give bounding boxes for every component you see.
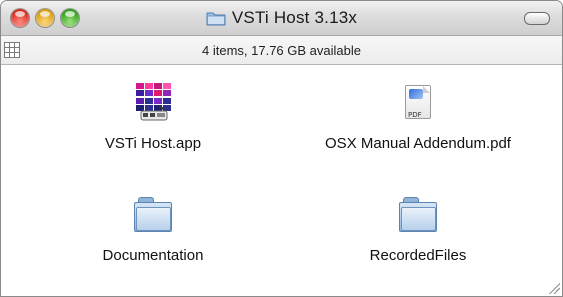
file-area: VSTi Host.app PDF OSX Manual Addendum.pd… — [1, 65, 562, 296]
folder-icon — [397, 193, 439, 233]
window-title-group: VSTi Host 3.13x — [1, 7, 562, 29]
title-bar[interactable]: VSTi Host 3.13x — [1, 1, 562, 36]
file-item-label: Documentation — [102, 247, 204, 264]
application-icon — [133, 83, 173, 123]
window-title: VSTi Host 3.13x — [231, 8, 358, 27]
finder-window: VSTi Host 3.13x 4 items, 17.76 GB availa… — [0, 0, 563, 297]
folder-icon — [132, 193, 174, 233]
file-item-label: RecordedFiles — [369, 247, 467, 264]
pdf-document-icon: PDF — [403, 83, 433, 123]
file-item-documentation-folder[interactable]: Documentation — [73, 193, 233, 264]
file-item-osx-manual-addendum-pdf[interactable]: PDF OSX Manual Addendum.pdf — [293, 83, 543, 152]
file-item-label: VSTi Host.app — [104, 135, 202, 152]
status-bar: 4 items, 17.76 GB available — [1, 36, 562, 65]
resize-grip-icon[interactable] — [546, 280, 560, 294]
toolbar-toggle-button[interactable] — [524, 12, 550, 25]
file-item-label: OSX Manual Addendum.pdf — [325, 135, 511, 152]
file-item-recordedfiles-folder[interactable]: RecordedFiles — [338, 193, 498, 264]
folder-icon — [206, 10, 226, 26]
file-item-vsti-host-app[interactable]: VSTi Host.app — [73, 83, 233, 152]
status-text: 4 items, 17.76 GB available — [202, 43, 361, 58]
